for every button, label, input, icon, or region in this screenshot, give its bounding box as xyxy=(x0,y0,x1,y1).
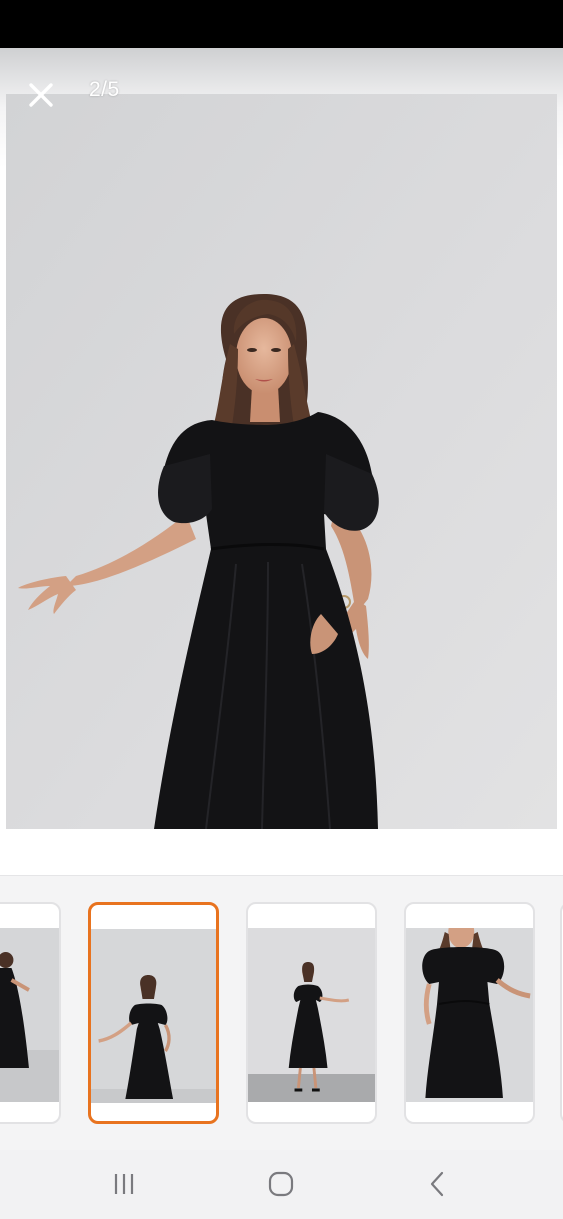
image-counter: 2/5 xyxy=(89,78,120,101)
thumbnail-4-image xyxy=(406,928,533,1102)
back-icon xyxy=(430,1171,444,1197)
main-product-image[interactable] xyxy=(6,94,557,829)
recents-button[interactable] xyxy=(102,1166,146,1202)
thumbnail-2[interactable] xyxy=(88,902,219,1124)
close-button[interactable] xyxy=(22,76,60,114)
thumbnail-4[interactable] xyxy=(404,902,535,1124)
close-icon xyxy=(29,83,53,107)
system-navigation-bar xyxy=(0,1150,563,1219)
thumbnail-1-image xyxy=(0,928,59,1102)
status-bar xyxy=(0,0,563,48)
thumbnail-3-image xyxy=(248,928,375,1102)
recents-icon xyxy=(114,1174,134,1194)
thumbnail-3[interactable] xyxy=(246,902,377,1124)
home-icon xyxy=(268,1171,294,1197)
thumbnail-2-image xyxy=(91,929,216,1103)
thumbnail-1[interactable] xyxy=(0,902,61,1124)
home-button[interactable] xyxy=(259,1166,303,1202)
back-button[interactable] xyxy=(416,1166,460,1202)
thumbnail-strip[interactable] xyxy=(0,875,563,1150)
